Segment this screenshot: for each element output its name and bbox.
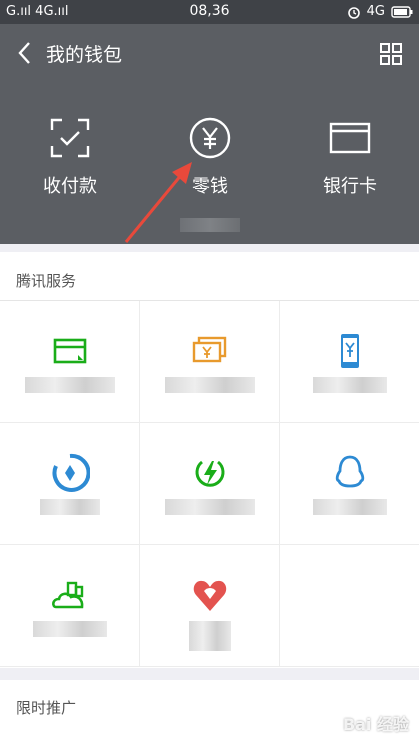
service-tile[interactable] bbox=[0, 423, 140, 545]
bank-card-button[interactable]: 银行卡 bbox=[280, 116, 419, 198]
charity-heart-icon bbox=[193, 580, 226, 611]
city-service-icon bbox=[51, 581, 83, 609]
wealth-management-icon bbox=[52, 453, 90, 492]
section-title: 腾讯服务 bbox=[16, 272, 77, 290]
grid-menu-icon[interactable] bbox=[379, 42, 403, 66]
section-title: 限时推广 bbox=[16, 699, 77, 717]
yuan-coin-icon bbox=[189, 117, 231, 159]
receive-pay-button[interactable]: 收付款 bbox=[0, 116, 140, 198]
bank-card-label: 银行卡 bbox=[323, 176, 377, 197]
blurred-label bbox=[164, 499, 255, 515]
services-grid bbox=[0, 300, 419, 668]
service-tile[interactable] bbox=[140, 301, 280, 423]
annotation-arrow bbox=[124, 162, 192, 243]
service-tile[interactable] bbox=[0, 545, 140, 667]
service-tile[interactable] bbox=[140, 423, 280, 545]
blurred-label bbox=[32, 621, 107, 637]
blurred-label bbox=[164, 377, 255, 393]
back-chevron-icon[interactable] bbox=[14, 40, 36, 66]
battery-icon bbox=[391, 5, 413, 18]
scan-pay-icon bbox=[50, 118, 90, 158]
status-right: 4G bbox=[347, 4, 413, 19]
tencent-services-header: 腾讯服务 bbox=[0, 252, 419, 300]
empty-tile bbox=[280, 545, 419, 667]
blurred-label bbox=[313, 499, 387, 515]
blurred-label bbox=[24, 377, 115, 393]
qq-penguin-icon bbox=[335, 455, 365, 488]
yuan-bill-icon bbox=[192, 336, 226, 363]
blurred-label bbox=[39, 499, 100, 515]
nav-bar: 我的钱包 bbox=[0, 24, 419, 82]
limited-promo-header: 限时推广 Bai 经验 bbox=[0, 680, 419, 745]
blurred-label bbox=[313, 377, 387, 393]
blurred-label bbox=[188, 621, 231, 651]
phone-recharge-icon bbox=[341, 334, 359, 368]
service-tile[interactable] bbox=[0, 301, 140, 423]
service-tile[interactable] bbox=[280, 423, 419, 545]
status-bar: G.ııl 4G.ııl 08,36 4G bbox=[0, 0, 419, 24]
service-tile[interactable] bbox=[280, 301, 419, 423]
network-label: 4G bbox=[366, 4, 385, 19]
watermark-logo: Bai 经验 bbox=[342, 715, 409, 734]
credit-card-repay-icon bbox=[53, 338, 86, 364]
service-tile[interactable] bbox=[140, 545, 280, 667]
bank-card-icon bbox=[329, 122, 371, 154]
receive-pay-label: 收付款 bbox=[43, 176, 97, 197]
page-title: 我的钱包 bbox=[46, 44, 123, 66]
wallet-header: 我的钱包 收付款 零钱 银行卡 bbox=[0, 24, 419, 244]
utility-bill-icon bbox=[195, 460, 224, 487]
alarm-icon bbox=[347, 6, 360, 19]
